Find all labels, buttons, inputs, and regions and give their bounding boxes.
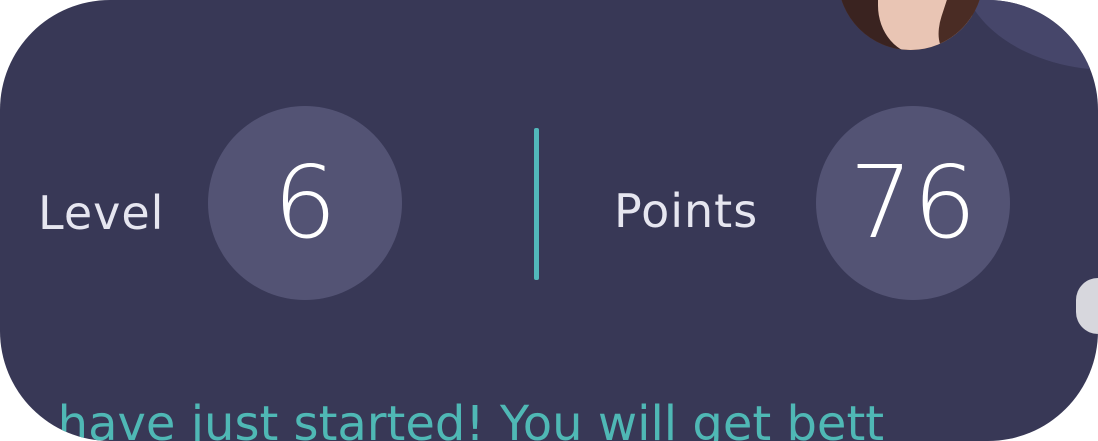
points-label: Points (614, 184, 759, 238)
scroll-handle[interactable] (1076, 278, 1098, 334)
points-badge: 76 (816, 106, 1010, 300)
level-badge: 6 (208, 106, 402, 300)
profile-stats-card: Level 6 Points 76 u have just started! Y… (0, 0, 1098, 441)
level-label: Level (38, 186, 165, 240)
progress-message: u have just started! You will get bett (12, 396, 885, 441)
user-avatar[interactable] (838, 0, 983, 50)
stats-divider (534, 128, 539, 280)
level-value: 6 (273, 144, 337, 261)
points-value: 76 (849, 144, 977, 261)
